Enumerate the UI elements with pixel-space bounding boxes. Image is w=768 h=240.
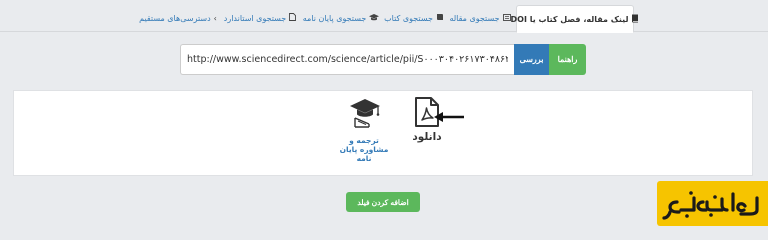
tab-label: جستجوی مقاله	[449, 13, 500, 23]
book-open-icon	[436, 13, 444, 23]
check-button[interactable]: بررسی	[514, 44, 549, 75]
tab-book-search[interactable]: جستجوی کتاب	[382, 6, 446, 30]
download-label: دانلود	[412, 131, 442, 143]
arrow-left-icon	[433, 108, 465, 127]
tab-article-link-doi[interactable]: لینک مقاله، فصل کتاب یا DOI	[511, 5, 639, 33]
tab-standard-search[interactable]: جستجوی استاندارد	[220, 6, 300, 30]
book-icon	[631, 14, 639, 25]
thesis-consult-link[interactable]: ترجمه و مشاوره پایان نامه	[334, 95, 394, 175]
tab-label: جستجوی پایان نامه	[302, 13, 367, 23]
chevron-right-icon: ›	[213, 13, 217, 23]
graduation-cap-icon	[369, 13, 380, 23]
tab-label: دسترسی‌های مستقیم	[139, 13, 211, 23]
thesis-consult-label: ترجمه و مشاوره پایان نامه	[339, 136, 389, 163]
add-field-button[interactable]: اضافه کردن فیلد	[346, 192, 420, 212]
newspaper-icon	[502, 13, 511, 23]
guide-button[interactable]: راهنما	[549, 44, 586, 75]
saed-news-logo	[657, 181, 768, 226]
tab-article-search[interactable]: جستجوی مقاله	[448, 6, 512, 30]
result-panel: دانلود ترجمه و مشاوره پایان نامه	[13, 90, 753, 176]
tab-label: جستجوی کتاب	[384, 13, 433, 23]
tab-direct-access[interactable]: › دسترسی‌های مستقیم	[139, 6, 217, 30]
file-icon	[289, 13, 297, 23]
graduation-cap-icon	[349, 97, 381, 133]
saed-news-logo-mark	[661, 190, 759, 220]
tab-bar: › دسترسی‌های مستقیم جستجوی استاندارد جست…	[0, 0, 768, 33]
tab-thesis-search[interactable]: جستجوی پایان نامه	[302, 6, 380, 30]
tab-label: لینک مقاله، فصل کتاب یا DOI	[510, 14, 629, 24]
tab-label: جستجوی استاندارد	[223, 13, 287, 23]
article-url-input[interactable]	[180, 44, 514, 75]
